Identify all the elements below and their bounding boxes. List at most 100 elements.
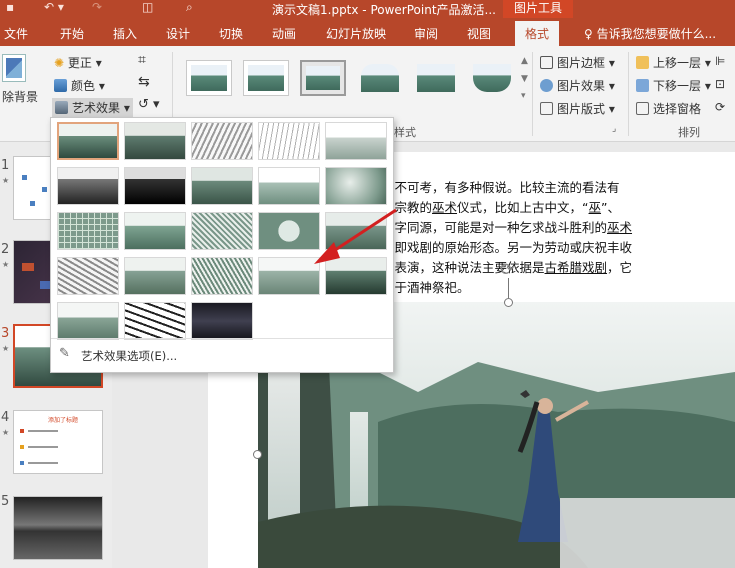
color-button[interactable]: 颜色 ▾ bbox=[54, 77, 105, 94]
effect-cutout[interactable] bbox=[57, 302, 119, 340]
hyperlink-text[interactable]: 巫术 bbox=[607, 220, 632, 235]
selection-pane-label: 选择窗格 bbox=[653, 102, 702, 116]
effect-pencil-grayscale[interactable] bbox=[191, 122, 253, 160]
effect-blur[interactable] bbox=[325, 167, 387, 205]
tab-animations[interactable]: 动画 bbox=[272, 25, 296, 42]
remove-background-icon[interactable] bbox=[2, 54, 26, 82]
animation-star-icon: ★ bbox=[2, 428, 10, 437]
animation-star-icon: ★ bbox=[2, 260, 10, 269]
slide-number: 3 bbox=[1, 326, 10, 341]
reset-picture-icon[interactable]: ↺ ▾ bbox=[138, 97, 160, 112]
tab-view[interactable]: 视图 bbox=[467, 25, 491, 42]
tab-format[interactable]: 格式 bbox=[515, 21, 560, 46]
picture-border-button[interactable]: 图片边框 ▾ bbox=[540, 54, 615, 71]
picture-style-1[interactable] bbox=[186, 60, 232, 96]
effect-glass[interactable] bbox=[325, 212, 387, 250]
picture-effects-button[interactable]: 图片效果 ▾ bbox=[540, 77, 615, 94]
selection-pane-button[interactable]: 选择窗格 bbox=[636, 100, 701, 117]
remove-background-button[interactable]: 除背景 bbox=[2, 88, 38, 105]
effect-pastels-smooth[interactable] bbox=[258, 257, 320, 295]
hyperlink-text[interactable]: 巫术 bbox=[432, 200, 457, 215]
effect-paint-brush[interactable] bbox=[191, 167, 253, 205]
resize-handle-top[interactable] bbox=[504, 298, 513, 307]
styles-more-icon[interactable]: ▾ bbox=[521, 91, 526, 101]
effect-texturizer[interactable] bbox=[124, 257, 186, 295]
bring-forward-label: 上移一层 bbox=[653, 56, 702, 70]
picture-style-3[interactable] bbox=[300, 60, 346, 96]
effect-paint-strokes[interactable] bbox=[124, 167, 186, 205]
bring-forward-button[interactable]: 上移一层 ▾ bbox=[636, 54, 711, 71]
corrections-button[interactable]: ✺ 更正 ▾ bbox=[54, 54, 102, 71]
hyperlink-text[interactable]: 古希腊戏剧 bbox=[545, 260, 608, 275]
slide-number: 4 bbox=[1, 410, 10, 425]
text-run: 实不可考，有多种假说。比较主流的看法有 bbox=[382, 180, 620, 195]
effect-mosaic-bubbles[interactable] bbox=[258, 212, 320, 250]
effect-line-drawing[interactable] bbox=[325, 122, 387, 160]
picture-style-2[interactable] bbox=[243, 60, 289, 96]
slideshow-icon[interactable]: ◫ bbox=[142, 0, 153, 14]
tell-me-box[interactable]: ♀ 告诉我您想要做什么... bbox=[584, 25, 716, 42]
text-run: ”、 bbox=[601, 200, 621, 215]
text-run: 三字同源，可能是对一种乞求战斗胜利的 bbox=[382, 220, 608, 235]
slide-thumbnail-5[interactable] bbox=[13, 496, 103, 560]
picture-effects-icon bbox=[540, 79, 553, 92]
tab-home[interactable]: 开始 bbox=[60, 25, 84, 42]
picture-layout-button[interactable]: 图片版式 ▾ bbox=[540, 100, 615, 117]
slide-body-text[interactable]: 实不可考，有多种假说。比较主流的看法有始宗教的巫术仪式，比如上古中文，“巫”、三… bbox=[382, 178, 690, 298]
effect-crisscross-etching[interactable] bbox=[191, 257, 253, 295]
search-icon[interactable]: ⌕ bbox=[186, 0, 193, 15]
picture-style-6[interactable] bbox=[469, 60, 515, 96]
send-backward-button[interactable]: 下移一层 ▾ bbox=[636, 77, 711, 94]
compress-pictures-icon[interactable]: ⌗ bbox=[138, 52, 146, 68]
effect-watercolor-sponge[interactable] bbox=[124, 212, 186, 250]
tab-design[interactable]: 设计 bbox=[166, 25, 190, 42]
align-icon[interactable]: ⊫ bbox=[715, 54, 725, 68]
change-picture-icon[interactable]: ⇆ bbox=[138, 74, 150, 90]
undo-icon[interactable]: ↶ ▾ bbox=[44, 0, 64, 14]
effect-plastic-wrap[interactable] bbox=[325, 257, 387, 295]
tab-slideshow[interactable]: 幻灯片放映 bbox=[326, 25, 386, 42]
rotate-icon[interactable]: ⟳ bbox=[715, 100, 725, 114]
effect-marker[interactable] bbox=[124, 122, 186, 160]
slide-text-line: 舞表演，这种说法主要依据是古希腊戏剧，它 bbox=[382, 258, 690, 278]
effect-pencil-sketch[interactable] bbox=[258, 122, 320, 160]
group-icon[interactable]: ⊡ bbox=[715, 77, 725, 91]
effect-none[interactable] bbox=[57, 122, 119, 160]
animation-star-icon: ★ bbox=[2, 176, 10, 185]
bring-forward-icon bbox=[636, 56, 649, 69]
context-tab-picture-tools: 图片工具 bbox=[503, 0, 573, 18]
save-icon[interactable]: ▪ bbox=[6, 0, 14, 14]
effect-cement[interactable] bbox=[57, 257, 119, 295]
artistic-options-icon: ✎ bbox=[59, 346, 70, 361]
effect-glow-edges[interactable] bbox=[191, 302, 253, 340]
animation-star-icon: ★ bbox=[2, 344, 10, 353]
artistic-effects-button[interactable]: 艺术效果 ▾ bbox=[52, 98, 133, 117]
window-title: 演示文稿1.pptx - PowerPoint产品激活... bbox=[272, 3, 496, 17]
styles-scroll-down-icon[interactable]: ▼ bbox=[521, 74, 528, 84]
styles-scroll-up-icon[interactable]: ▲ bbox=[521, 56, 528, 66]
tab-review[interactable]: 审阅 bbox=[414, 25, 438, 42]
styles-dialog-launcher-icon[interactable]: ⌟ bbox=[612, 124, 616, 134]
redo-icon[interactable]: ↷ bbox=[92, 0, 102, 14]
tab-transitions[interactable]: 切换 bbox=[219, 25, 243, 42]
send-backward-label: 下移一层 bbox=[653, 79, 702, 93]
effect-light-screen[interactable] bbox=[57, 212, 119, 250]
slide-4-title: 添加了标题 bbox=[48, 417, 79, 424]
artistic-effects-options-menu-item[interactable]: 艺术效果选项(E)... bbox=[81, 348, 177, 364]
effect-film-grain[interactable] bbox=[191, 212, 253, 250]
picture-layout-icon bbox=[540, 102, 553, 115]
slide-text-line: 始宗教的巫术仪式，比如上古中文，“巫”、 bbox=[382, 198, 690, 218]
effect-photocopy[interactable] bbox=[124, 302, 186, 340]
picture-style-5[interactable] bbox=[413, 60, 459, 96]
hyperlink-text[interactable]: 巫 bbox=[589, 200, 602, 215]
resize-handle-left[interactable] bbox=[253, 450, 262, 459]
text-run: ，它 bbox=[607, 260, 633, 275]
rotate-handle-icon[interactable]: ⟳ bbox=[500, 260, 514, 280]
tab-insert[interactable]: 插入 bbox=[113, 25, 137, 42]
slide-thumbnail-4[interactable]: 添加了标题 bbox=[13, 410, 103, 474]
effect-chalk-sketch[interactable] bbox=[57, 167, 119, 205]
picture-style-4[interactable] bbox=[357, 60, 403, 96]
tab-file[interactable]: 文件 bbox=[4, 25, 28, 42]
effect-glow-diffused[interactable] bbox=[258, 167, 320, 205]
sun-icon: ✺ bbox=[54, 56, 68, 70]
